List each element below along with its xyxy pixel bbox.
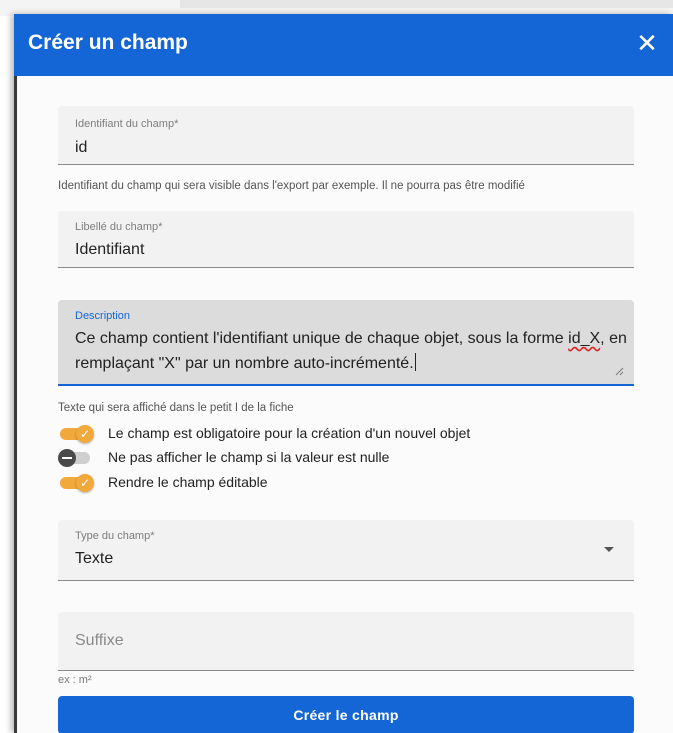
suffix-field[interactable]: Suffixe [58,612,634,671]
toggle-hide-null-label: Ne pas afficher le champ si la valeur es… [108,449,390,465]
toggle-switch-editable[interactable]: ✓ [58,474,94,492]
description-textarea[interactable]: Description Ce champ contient l'identifi… [58,300,634,386]
suffix-placeholder[interactable]: Suffixe [75,632,124,650]
check-icon: ✓ [76,425,94,443]
resize-handle-icon[interactable] [614,366,624,376]
toggle-switch-required[interactable]: ✓ [58,425,94,443]
identifier-field-label: Identifiant du champ* [75,118,179,130]
suffix-helper-text: ex : m² [58,674,92,686]
minus-icon [58,449,76,467]
dialog-header: Créer un champ ✕ [14,14,673,76]
toggle-hide-null[interactable]: Ne pas afficher le champ si la valeur es… [58,447,638,467]
dialog-left-border [14,76,17,733]
field-type-label: Type du champ* [75,530,155,542]
identifier-helper-text: Identifiant du champ qui sera visible da… [58,180,525,192]
toggle-editable-label: Rendre le champ éditable [108,474,268,490]
create-field-dialog: Créer un champ ✕ Identifiant du champ* i… [14,14,673,733]
toggle-required[interactable]: ✓ Le champ est obligatoire pour la créat… [58,423,638,443]
description-field-value[interactable]: Ce champ contient l'identifiant unique d… [75,326,630,376]
identifier-field[interactable]: Identifiant du champ* id [58,106,634,165]
description-field-label: Description [75,310,131,322]
close-icon[interactable]: ✕ [633,28,661,60]
check-icon: ✓ [76,474,94,492]
background-window-bar [180,0,673,8]
create-field-button[interactable]: Créer le champ [58,696,634,733]
label-field-label: Libellé du champ* [75,221,163,233]
dialog-title: Créer un champ [28,31,188,54]
description-text-part1: Ce champ contient l'identifiant unique d… [75,330,569,347]
toggle-editable[interactable]: ✓ Rendre le champ éditable [58,472,638,492]
label-field-value[interactable]: Identifiant [75,241,144,259]
identifier-field-value[interactable]: id [75,139,87,157]
toggle-required-label: Le champ est obligatoire pour la créatio… [108,425,471,441]
description-spellcheck-word: id_X [568,330,601,347]
dropdown-arrow-icon[interactable] [604,547,614,552]
description-helper-text: Texte qui sera affiché dans le petit I d… [58,402,294,414]
label-field[interactable]: Libellé du champ* Identifiant [58,211,634,268]
field-type-value[interactable]: Texte [75,550,113,568]
toggle-switch-hide-null[interactable] [58,449,94,467]
text-cursor [414,353,416,371]
field-type-select[interactable]: Type du champ* Texte [58,520,634,581]
